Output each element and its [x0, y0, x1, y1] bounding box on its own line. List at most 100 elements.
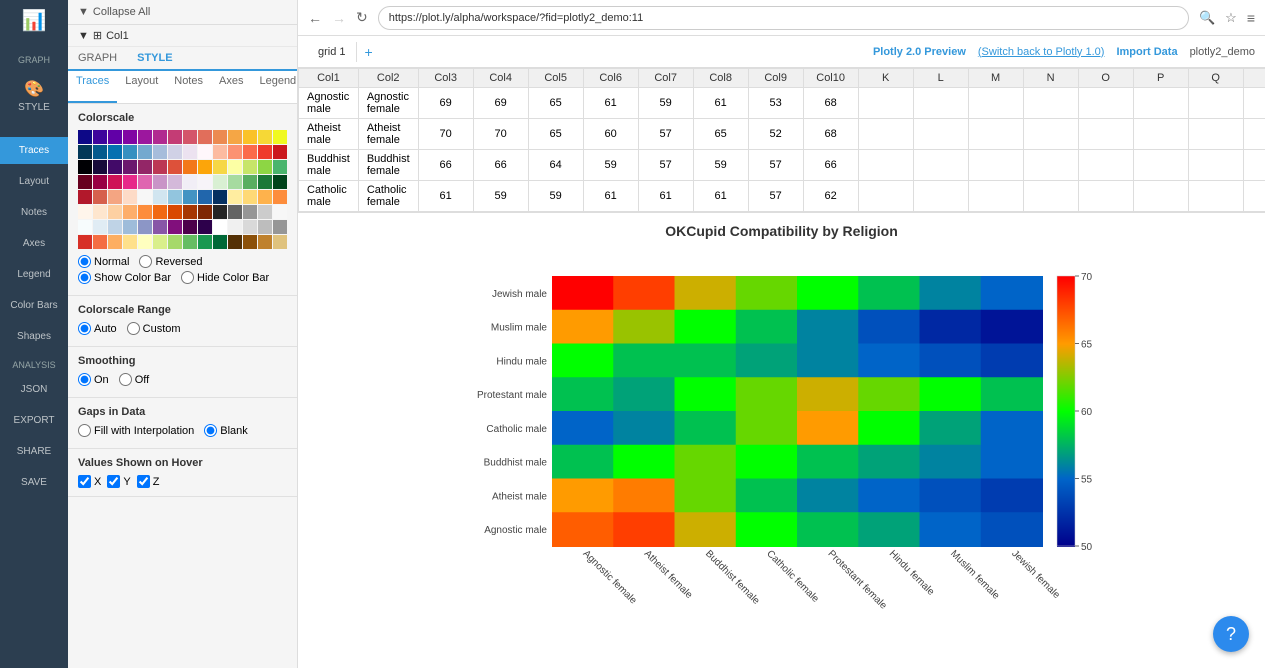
heatmap-cell[interactable] [674, 377, 736, 412]
colorscale-cell[interactable] [108, 220, 122, 234]
heatmap-cell[interactable] [858, 377, 920, 412]
table-cell[interactable]: 52 [748, 119, 803, 150]
colorscale-cell[interactable] [273, 205, 287, 219]
colorscale-cell[interactable] [183, 235, 197, 249]
colorscale-cell[interactable] [258, 145, 272, 159]
col1-row[interactable]: ▼ ⊞ Col1 [68, 25, 297, 47]
heatmap-cell[interactable] [858, 343, 920, 378]
colorscale-cell[interactable] [168, 145, 182, 159]
table-cell[interactable] [1188, 181, 1243, 212]
table-cell[interactable] [1023, 150, 1078, 181]
table-cell[interactable] [1133, 181, 1188, 212]
heatmap-cell[interactable] [552, 343, 614, 378]
heatmap-cell[interactable] [919, 444, 981, 479]
colorscale-cell[interactable] [123, 205, 137, 219]
colorscale-cell[interactable] [78, 235, 92, 249]
colorscale-cell[interactable] [258, 235, 272, 249]
forward-button[interactable]: → [332, 10, 346, 26]
heatmap-cell[interactable] [980, 478, 1042, 513]
tab-graph[interactable]: GRAPH [68, 47, 127, 71]
colorscale-cell[interactable] [243, 205, 257, 219]
back-button[interactable]: ← [308, 10, 322, 26]
colorscale-cell[interactable] [123, 220, 137, 234]
reload-button[interactable]: ↻ [356, 9, 368, 26]
table-cell[interactable] [1243, 150, 1265, 181]
colorscale-cell[interactable] [108, 235, 122, 249]
heatmap-cell[interactable] [919, 343, 981, 378]
heatmap-cell[interactable] [552, 478, 614, 513]
table-cell[interactable]: 70 [418, 119, 473, 150]
heatmap-cell[interactable] [797, 478, 859, 513]
table-cell[interactable]: Atheist male [299, 119, 359, 150]
heatmap-cell[interactable] [552, 411, 614, 446]
y-hover-option[interactable]: Y [107, 475, 130, 488]
colorscale-cell[interactable] [168, 205, 182, 219]
heatmap-cell[interactable] [797, 377, 859, 412]
colorscale-cell[interactable] [108, 130, 122, 144]
heatmap-cell[interactable] [980, 444, 1042, 479]
table-cell[interactable] [1078, 150, 1133, 181]
heatmap-cell[interactable] [613, 377, 675, 412]
table-cell[interactable]: 69 [418, 88, 473, 119]
heatmap-cell[interactable] [858, 411, 920, 446]
colorscale-cell[interactable] [123, 235, 137, 249]
colorscale-cell[interactable] [183, 130, 197, 144]
colorscale-cell[interactable] [78, 160, 92, 174]
table-cell[interactable] [1023, 88, 1078, 119]
url-bar[interactable] [378, 6, 1189, 30]
colorscale-cell[interactable] [273, 235, 287, 249]
colorscale-cell[interactable] [168, 190, 182, 204]
table-cell[interactable]: 61 [583, 88, 638, 119]
table-cell[interactable] [1023, 181, 1078, 212]
table-cell[interactable]: 65 [528, 119, 583, 150]
table-cell[interactable]: 59 [528, 181, 583, 212]
colorscale-cell[interactable] [123, 190, 137, 204]
hide-colorbar-radio[interactable] [181, 271, 194, 284]
nav-shapes[interactable]: Shapes [0, 323, 68, 350]
table-cell[interactable]: 61 [638, 181, 693, 212]
colorscale-cell[interactable] [273, 220, 287, 234]
table-cell[interactable] [913, 119, 968, 150]
heatmap-cell[interactable] [858, 276, 920, 311]
colorscale-cell[interactable] [93, 205, 107, 219]
colorscale-cell[interactable] [228, 190, 242, 204]
colorscale-cell[interactable] [168, 235, 182, 249]
heatmap-cell[interactable] [980, 411, 1042, 446]
colorscale-cell[interactable] [153, 235, 167, 249]
heatmap-cell[interactable] [735, 276, 797, 311]
colorscale-cell[interactable] [168, 220, 182, 234]
table-cell[interactable]: 66 [418, 150, 473, 181]
table-cell[interactable]: 68 [803, 88, 858, 119]
heatmap-cell[interactable] [858, 309, 920, 344]
table-cell[interactable] [1243, 119, 1265, 150]
heatmap-cell[interactable] [674, 343, 736, 378]
heatmap-cell[interactable] [980, 309, 1042, 344]
colorscale-cell[interactable] [138, 175, 152, 189]
table-cell[interactable] [1078, 181, 1133, 212]
subtab-traces[interactable]: Traces [68, 71, 117, 103]
colorscale-cell[interactable] [123, 160, 137, 174]
table-cell[interactable]: 60 [583, 119, 638, 150]
heatmap-cell[interactable] [858, 512, 920, 547]
nav-color-bars[interactable]: Color Bars [0, 292, 68, 319]
tab-style[interactable]: STYLE [127, 47, 182, 71]
help-button[interactable]: ? [1213, 616, 1249, 652]
heatmap-cell[interactable] [980, 343, 1042, 378]
heatmap-cell[interactable] [613, 411, 675, 446]
table-cell[interactable]: 57 [638, 119, 693, 150]
heatmap-cell[interactable] [919, 276, 981, 311]
normal-radio[interactable] [78, 255, 91, 268]
colorscale-cell[interactable] [78, 175, 92, 189]
heatmap-cell[interactable] [613, 309, 675, 344]
colorscale-cell[interactable] [213, 190, 227, 204]
heatmap-cell[interactable] [613, 478, 675, 513]
table-cell[interactable]: 59 [693, 150, 748, 181]
heatmap-cell[interactable] [919, 478, 981, 513]
table-cell[interactable]: 66 [803, 150, 858, 181]
table-cell[interactable] [858, 119, 913, 150]
heatmap-cell[interactable] [980, 377, 1042, 412]
table-cell[interactable]: 68 [803, 119, 858, 150]
heatmap-cell[interactable] [919, 309, 981, 344]
colorscale-cell[interactable] [93, 130, 107, 144]
colorscale-cell[interactable] [138, 220, 152, 234]
